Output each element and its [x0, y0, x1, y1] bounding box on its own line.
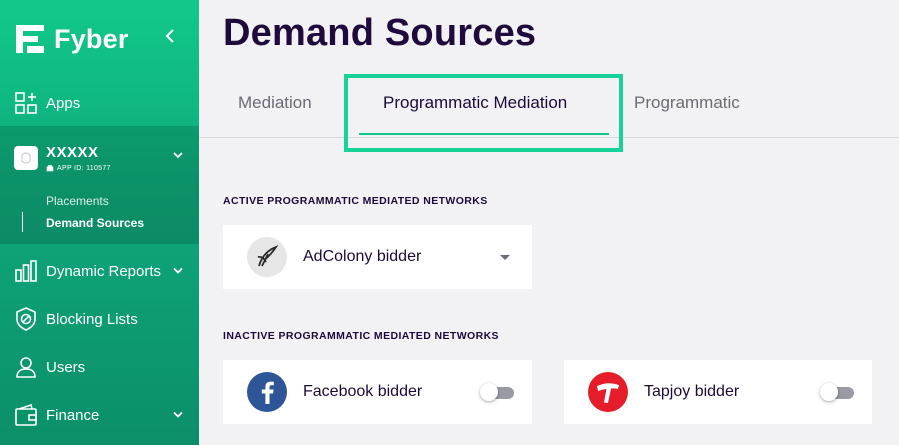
fyber-logo-icon — [16, 25, 44, 53]
sidebar-item-blocking-lists[interactable]: Blocking Lists — [0, 299, 199, 339]
tapjoy-enable-toggle[interactable] — [820, 383, 854, 401]
network-name: Tapjoy bidder — [644, 383, 740, 400]
sidebar-item-apps[interactable]: Apps — [0, 83, 199, 123]
sidebar-item-label: Users — [46, 358, 86, 376]
sidebar-subitem-placements[interactable]: Placements — [46, 194, 109, 208]
chevron-left-icon — [165, 29, 174, 43]
sidebar-subitem-demand-sources[interactable]: Demand Sources — [46, 216, 144, 230]
active-networks-heading: ACTIVE PROGRAMMATIC MEDIATED NETWORKS — [223, 195, 488, 207]
chevron-down-icon — [173, 152, 183, 159]
tab-mediation[interactable]: Mediation — [238, 93, 312, 113]
sidebar-item-label: Blocking Lists — [46, 310, 138, 328]
tab-highlight-box — [344, 74, 623, 152]
toggle-knob — [480, 383, 498, 401]
sidebar-item-dynamic-reports[interactable]: Dynamic Reports — [0, 251, 199, 291]
app-selector[interactable]: XXXXX APP ID: 110577 — [0, 140, 199, 180]
chevron-down-icon — [173, 267, 183, 274]
tapjoy-logo-icon — [588, 372, 628, 412]
network-card-tapjoy: Tapjoy bidder — [564, 360, 872, 424]
app-id: APP ID: 110577 — [46, 164, 111, 172]
bar-chart-icon — [14, 259, 38, 283]
sidebar-item-label: Finance — [46, 406, 100, 424]
sidebar: Fyber Apps XXXXX APP ID: 110577 Placemen… — [0, 0, 199, 445]
app-avatar — [14, 146, 38, 170]
app-name: XXXXX — [46, 144, 99, 161]
toggle-knob — [820, 383, 838, 401]
brand-name: Fyber — [54, 23, 129, 54]
page-title: Demand Sources — [223, 12, 537, 54]
inactive-networks-heading: INACTIVE PROGRAMMATIC MEDIATED NETWORKS — [223, 330, 499, 342]
facebook-logo-icon — [247, 372, 287, 412]
sidebar-item-label: Apps — [46, 94, 81, 112]
caret-down-icon[interactable] — [500, 255, 510, 260]
selected-app-section: XXXXX APP ID: 110577 Placements Demand S… — [0, 126, 199, 244]
facebook-enable-toggle[interactable] — [480, 383, 514, 401]
wallet-icon — [14, 403, 38, 427]
active-subitem-indicator — [22, 212, 23, 232]
network-card-facebook: Facebook bidder — [223, 360, 532, 424]
network-name: AdColony bidder — [303, 248, 422, 265]
sidebar-item-label: Dynamic Reports — [46, 262, 162, 280]
shield-block-icon — [14, 307, 38, 331]
android-icon — [46, 164, 54, 172]
app-placeholder-icon — [21, 152, 31, 164]
apps-grid-icon — [14, 91, 38, 115]
chevron-down-icon — [173, 411, 183, 418]
user-icon — [14, 355, 38, 379]
adcolony-logo-icon — [247, 237, 287, 277]
brand-header: Fyber — [14, 22, 186, 56]
network-card-adcolony[interactable]: AdColony bidder — [223, 225, 532, 289]
sidebar-item-finance[interactable]: Finance — [0, 395, 199, 435]
app-id-label: APP ID: 110577 — [57, 164, 111, 172]
network-name: Facebook bidder — [303, 383, 423, 400]
tab-programmatic[interactable]: Programmatic — [634, 93, 740, 113]
sidebar-item-users[interactable]: Users — [0, 347, 199, 387]
collapse-sidebar-button[interactable] — [160, 26, 180, 49]
